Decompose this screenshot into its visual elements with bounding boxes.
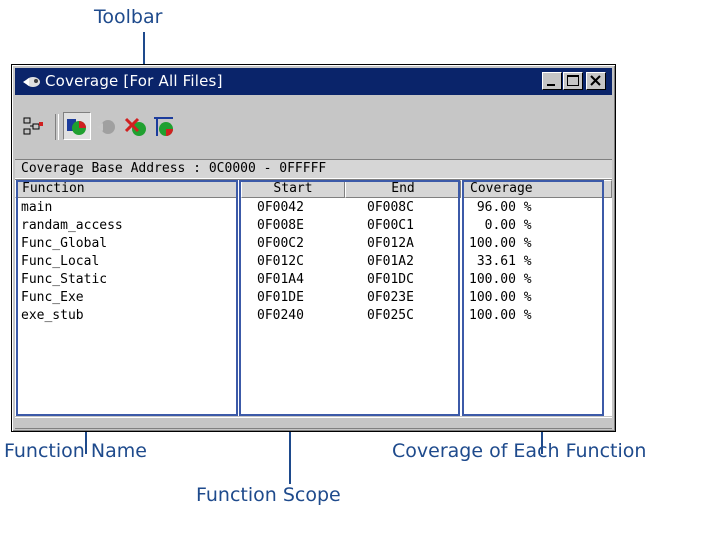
function-scope-annotation: Function Scope bbox=[196, 484, 341, 506]
window-title: Coverage [For All Files] bbox=[45, 72, 223, 90]
coverage-view-icon bbox=[67, 119, 86, 135]
cell-function[interactable]: exe_stub bbox=[21, 308, 84, 324]
cell-coverage[interactable]: 33.61 % bbox=[469, 254, 532, 270]
cell-end[interactable]: 0F01A2 bbox=[367, 254, 414, 270]
cell-start[interactable]: 0F012C bbox=[257, 254, 304, 270]
coverage-each-annotation: Coverage of Each Function bbox=[392, 440, 647, 462]
horizontal-scrollbar[interactable] bbox=[15, 417, 612, 429]
gray-coverage-button[interactable] bbox=[95, 114, 123, 142]
coverage-base-address: Coverage Base Address : 0C0000 - 0FFFFF bbox=[15, 159, 612, 179]
coverage-window-icon bbox=[23, 77, 40, 87]
coverage-range-icon bbox=[154, 117, 173, 136]
coverage-view-button[interactable] bbox=[63, 112, 91, 140]
clear-coverage-icon bbox=[124, 117, 146, 136]
cell-end[interactable]: 0F008C bbox=[367, 200, 414, 216]
cell-function[interactable]: Func_Global bbox=[21, 236, 107, 252]
coverage-window: Coverage [For All Files] Coverage Base A… bbox=[11, 64, 616, 432]
cell-coverage[interactable]: 100.00 % bbox=[469, 308, 532, 324]
maximize-button[interactable] bbox=[563, 72, 583, 90]
tree-view-button[interactable] bbox=[21, 114, 49, 142]
cell-start[interactable]: 0F008E bbox=[257, 218, 304, 234]
cell-start[interactable]: 0F00C2 bbox=[257, 236, 304, 252]
close-button[interactable] bbox=[586, 72, 606, 90]
cell-start[interactable]: 0F01DE bbox=[257, 290, 304, 306]
cell-coverage[interactable]: 100.00 % bbox=[469, 272, 532, 288]
cell-end[interactable]: 0F01DC bbox=[367, 272, 414, 288]
cell-coverage[interactable]: 96.00 % bbox=[469, 200, 532, 216]
cell-start[interactable]: 0F0042 bbox=[257, 200, 304, 216]
clear-coverage-button[interactable] bbox=[123, 114, 151, 142]
coverage-range-button[interactable] bbox=[151, 114, 179, 142]
cell-end[interactable]: 0F025C bbox=[367, 308, 414, 324]
cell-coverage[interactable]: 0.00 % bbox=[469, 218, 532, 234]
cell-function[interactable]: Func_Static bbox=[21, 272, 107, 288]
cell-function[interactable]: Func_Local bbox=[21, 254, 99, 270]
toolbar bbox=[15, 96, 612, 156]
toolbar-separator bbox=[55, 114, 59, 140]
cell-function[interactable]: randam_access bbox=[21, 218, 123, 234]
cell-function[interactable]: Func_Exe bbox=[21, 290, 84, 306]
cell-function[interactable]: main bbox=[21, 200, 52, 216]
cell-start[interactable]: 0F0240 bbox=[257, 308, 304, 324]
minimize-button[interactable] bbox=[542, 72, 562, 90]
close-icon bbox=[590, 75, 601, 86]
cell-coverage[interactable]: 100.00 % bbox=[469, 236, 532, 252]
cell-start[interactable]: 0F01A4 bbox=[257, 272, 304, 288]
cell-end[interactable]: 0F012A bbox=[367, 236, 414, 252]
tree-view-icon bbox=[23, 117, 43, 135]
cell-end[interactable]: 0F023E bbox=[367, 290, 414, 306]
gray-coverage-icon bbox=[97, 120, 115, 134]
title-bar[interactable]: Coverage [For All Files] bbox=[15, 68, 612, 95]
cell-end[interactable]: 0F00C1 bbox=[367, 218, 414, 234]
coverage-table: Function Start End Coverage main 0F0042 0F… bbox=[15, 179, 612, 416]
cell-coverage[interactable]: 100.00 % bbox=[469, 290, 532, 306]
toolbar-annotation: Toolbar bbox=[94, 6, 163, 28]
